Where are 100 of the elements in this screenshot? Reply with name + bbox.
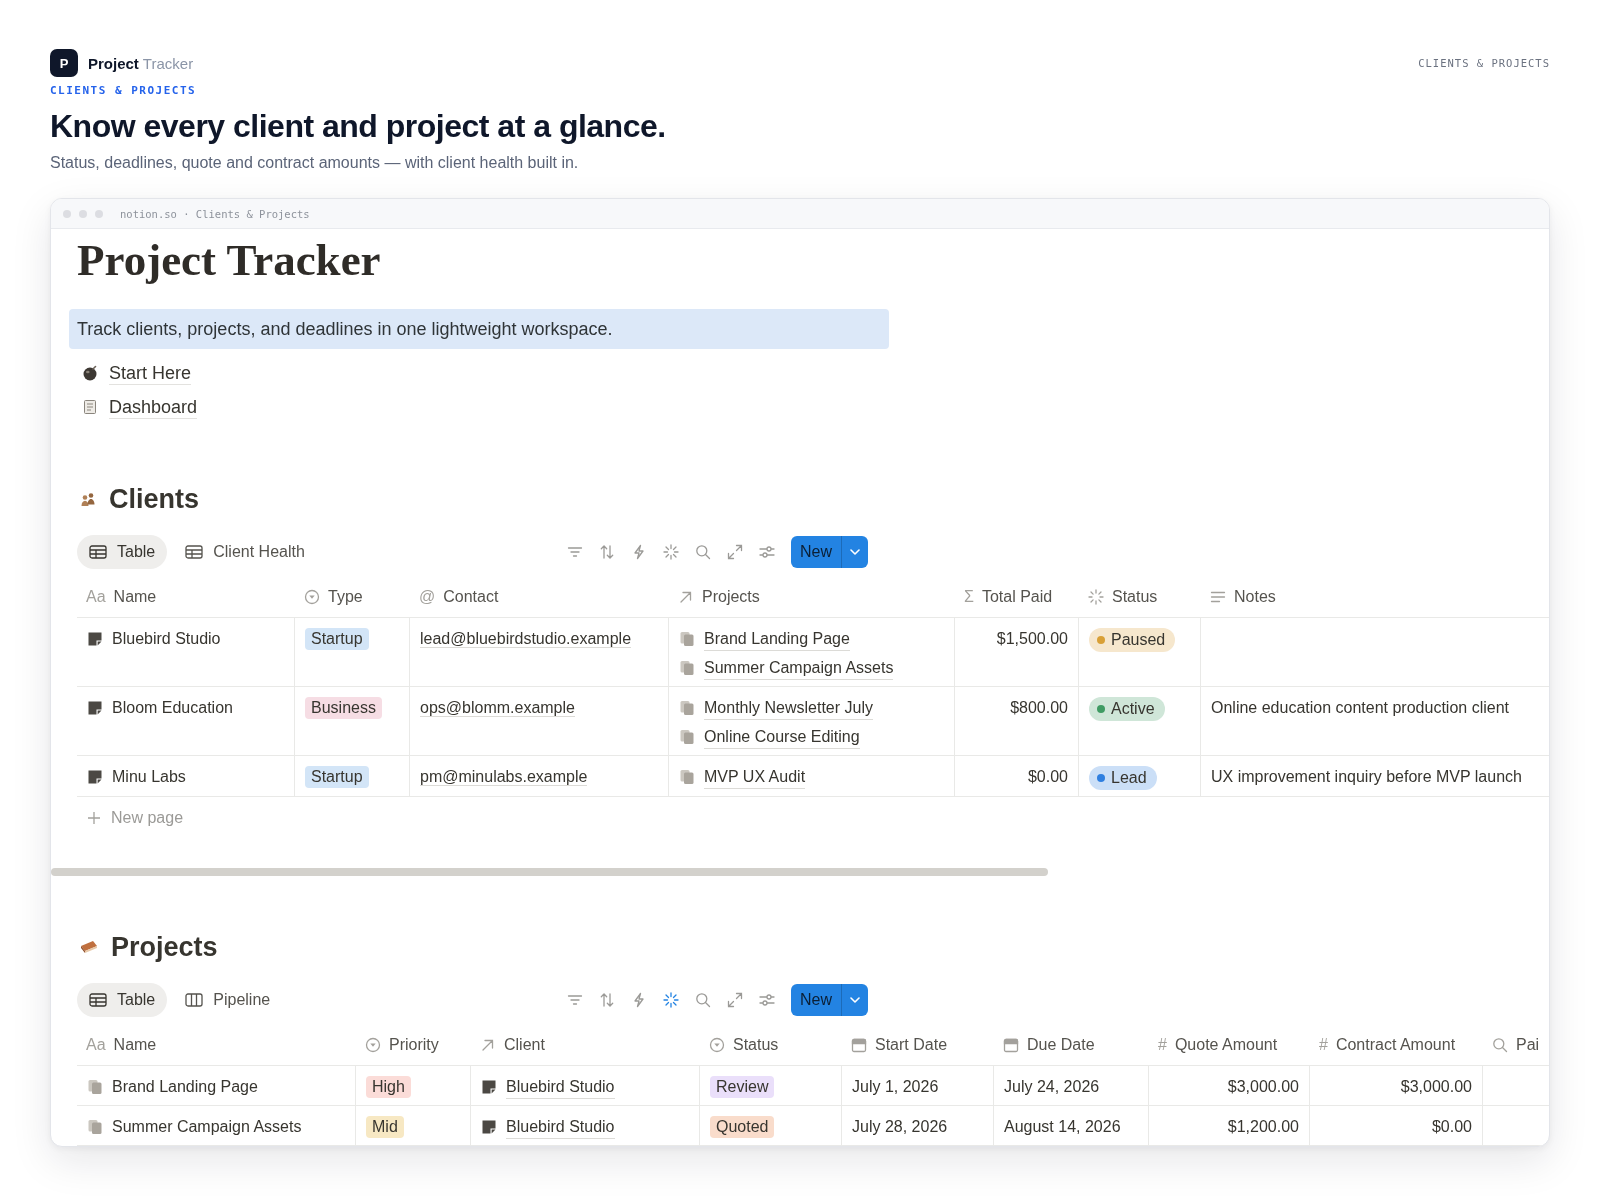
view-tab[interactable]: Table — [77, 535, 168, 569]
filter-icon[interactable] — [567, 992, 583, 1008]
column-header[interactable]: Contact — [443, 588, 499, 606]
caret-icon — [850, 997, 860, 1003]
column-header[interactable]: Projects — [702, 588, 760, 606]
sliders-icon[interactable] — [759, 544, 775, 560]
column-header[interactable]: Total Paid — [981, 588, 1053, 606]
sparkle-icon[interactable] — [663, 544, 679, 560]
page-icon — [87, 700, 103, 716]
arrow-icon — [480, 1037, 496, 1053]
database-title: Projects — [111, 931, 218, 964]
view-tab[interactable]: Client Health — [173, 535, 317, 569]
date-text: July 28, 2026 — [852, 1118, 948, 1135]
filter-icon[interactable] — [567, 544, 583, 560]
documents-icon — [679, 729, 695, 745]
calendar-icon — [1003, 1037, 1019, 1053]
address-text: notion.so · Clients & Projects — [120, 207, 310, 220]
relation-link[interactable]: Bluebird Studio — [506, 1075, 615, 1099]
amount-text: $3,000.00 — [1227, 1078, 1299, 1095]
people-icon — [80, 491, 96, 507]
row-title[interactable]: Bluebird Studio — [112, 627, 221, 651]
row-title[interactable]: Minu Labs — [112, 765, 186, 789]
spinner-icon — [1088, 589, 1104, 605]
table-icon — [89, 545, 107, 559]
columns-icon — [185, 993, 204, 1007]
sort-icon[interactable] — [599, 544, 615, 560]
view-tab[interactable]: Table — [77, 983, 168, 1017]
documents-icon — [87, 1079, 103, 1095]
status-label: Paused — [1111, 630, 1166, 650]
sparkle-icon[interactable] — [663, 992, 679, 1008]
page-icon — [481, 1079, 497, 1095]
circle-caret-icon — [709, 1037, 725, 1053]
new-button[interactable]: New — [791, 536, 841, 568]
table-icon — [185, 545, 204, 559]
email-link[interactable]: ops@blomm.example — [420, 699, 575, 717]
column-header[interactable]: Name — [113, 1036, 157, 1054]
subtitle: Status, deadlines, quote and contract amounts — with client health built in. — [50, 153, 579, 173]
email-link[interactable]: pm@minulabs.example — [420, 768, 588, 786]
date-text: July 1, 2026 — [852, 1078, 939, 1095]
scrollbar-thumb[interactable] — [51, 868, 1048, 876]
status-label: Lead — [1111, 768, 1147, 788]
type-glyph: @ — [419, 589, 436, 605]
column-header[interactable]: Type — [328, 588, 363, 606]
date-text: August 14, 2026 — [1004, 1118, 1121, 1135]
book-icon — [80, 940, 98, 954]
column-header[interactable]: Pai — [1516, 1036, 1540, 1054]
documents-icon — [679, 660, 695, 676]
column-header[interactable]: Quote Amount — [1174, 1036, 1278, 1054]
relation-link[interactable]: Summer Campaign Assets — [704, 656, 894, 680]
new-menu-button[interactable] — [841, 984, 868, 1016]
page-icon — [87, 769, 103, 785]
section-label: CLIENTS & PROJECTS — [1418, 57, 1550, 69]
sort-icon[interactable] — [599, 992, 615, 1008]
eyebrow-label: CLIENTS & PROJECTS — [50, 84, 197, 98]
sliders-icon[interactable] — [759, 992, 775, 1008]
expand-icon[interactable] — [727, 992, 743, 1008]
caret-icon — [850, 549, 860, 555]
documents-icon — [679, 700, 695, 716]
row-title[interactable]: Summer Campaign Assets — [112, 1115, 302, 1139]
relation-link[interactable]: Monthly Newsletter July — [704, 696, 873, 720]
page-title: Project Tracker — [77, 234, 381, 287]
search-icon[interactable] — [695, 992, 711, 1008]
column-header[interactable]: Start Date — [875, 1036, 948, 1054]
column-header[interactable]: Notes — [1234, 588, 1276, 606]
select-tag: Review — [710, 1076, 775, 1098]
column-header[interactable]: Priority — [389, 1036, 439, 1054]
expand-icon[interactable] — [727, 544, 743, 560]
column-header[interactable]: Due Date — [1027, 1036, 1095, 1054]
page-link[interactable]: Dashboard — [109, 395, 198, 419]
column-header[interactable]: Status — [1112, 588, 1158, 606]
new-menu-button[interactable] — [841, 536, 868, 568]
ball-icon — [82, 365, 98, 381]
relation-link[interactable]: MVP UX Audit — [704, 765, 806, 789]
date-text: July 24, 2026 — [1004, 1078, 1100, 1095]
window-dots-icon — [63, 209, 103, 218]
search-icon[interactable] — [695, 544, 711, 560]
column-header[interactable]: Name — [113, 588, 157, 606]
amount-text: $1,200.00 — [1227, 1118, 1299, 1135]
column-header[interactable]: Client — [504, 1036, 545, 1054]
relation-link[interactable]: Bluebird Studio — [506, 1115, 615, 1139]
column-header[interactable]: Status — [733, 1036, 779, 1054]
plus-icon — [87, 811, 101, 825]
brand-name: Project — [88, 54, 139, 72]
email-link[interactable]: lead@bluebirdstudio.example — [420, 630, 632, 648]
column-header[interactable]: Contract Amount — [1335, 1036, 1456, 1054]
arrow-icon — [678, 589, 694, 605]
row-title[interactable]: Brand Landing Page — [112, 1075, 258, 1099]
type-glyph: # — [1158, 1037, 1167, 1053]
circle-caret-icon — [365, 1037, 381, 1053]
notes-text: UX improvement inquiry before MVP launch — [1211, 768, 1522, 785]
select-tag: Startup — [305, 628, 369, 650]
documents-icon — [87, 1119, 103, 1135]
documents-icon — [679, 769, 695, 785]
amount-text: $0.00 — [1431, 1118, 1472, 1135]
new-button[interactable]: New — [791, 984, 841, 1016]
relation-link[interactable]: Brand Landing Page — [704, 627, 850, 651]
view-tab[interactable]: Pipeline — [173, 983, 283, 1017]
relation-link[interactable]: Online Course Editing — [704, 725, 860, 749]
row-title[interactable]: Bloom Education — [112, 696, 233, 720]
page-link[interactable]: Start Here — [109, 361, 192, 385]
